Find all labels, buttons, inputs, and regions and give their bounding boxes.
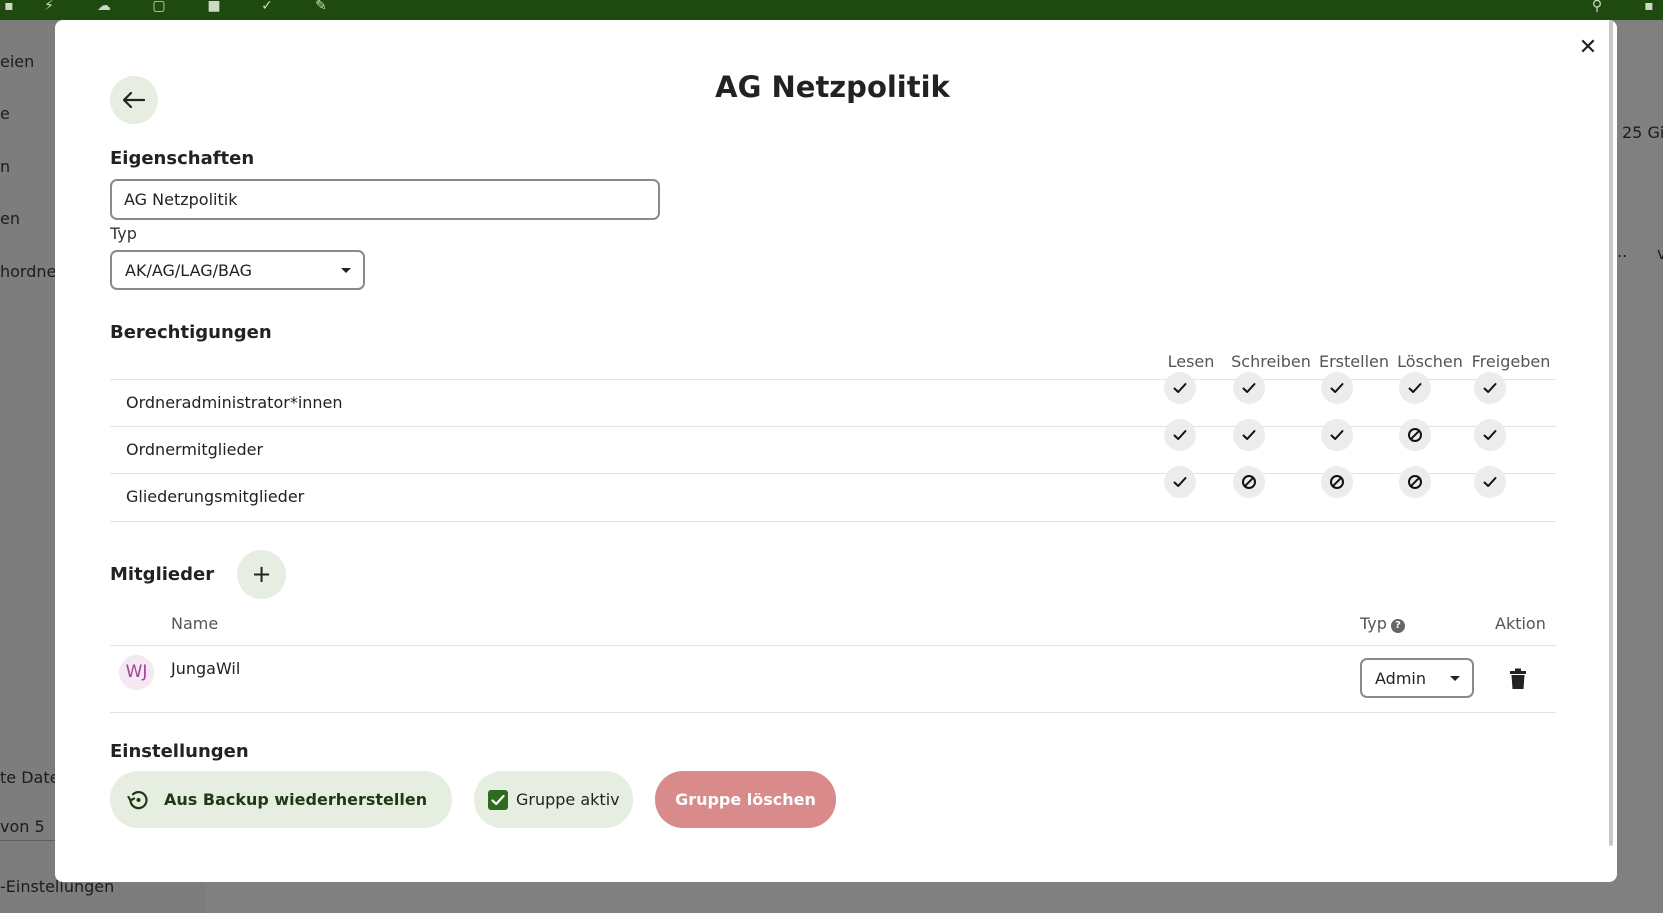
perm-row-label: Gliederungsmitglieder xyxy=(126,487,305,506)
group-dialog xyxy=(55,20,1617,882)
close-icon[interactable]: ✕ xyxy=(1578,37,1598,59)
question-icon[interactable]: ? xyxy=(1390,619,1405,633)
perm-loeschen-denied-icon[interactable] xyxy=(1399,419,1431,451)
group-active-label: Gruppe aktiv xyxy=(516,790,620,809)
square-icon: ▢ xyxy=(152,0,166,14)
restore-backup-label: Aus Backup wiederherstellen xyxy=(164,790,428,809)
perm-freigeben-check-icon[interactable] xyxy=(1474,466,1506,498)
perm-lesen-check-icon[interactable] xyxy=(1164,466,1196,498)
perm-erstellen-denied-icon[interactable] xyxy=(1321,466,1353,498)
add-member-button[interactable]: + xyxy=(237,550,286,599)
group-active-toggle[interactable]: Gruppe aktiv xyxy=(474,771,633,828)
perm-schreiben-denied-icon[interactable] xyxy=(1233,466,1265,498)
col-freigeben: Freigeben xyxy=(1471,352,1551,371)
col-schreiben: Schreiben xyxy=(1231,352,1311,371)
group-name-input[interactable] xyxy=(110,179,660,220)
row-divider xyxy=(110,521,1556,522)
row-divider xyxy=(110,645,1556,646)
settings-heading: Einstellungen xyxy=(110,741,249,762)
member-name: JungaWil xyxy=(171,659,241,678)
col-loeschen: Löschen xyxy=(1397,352,1463,371)
perm-lesen-check-icon[interactable] xyxy=(1164,372,1196,404)
perm-freigeben-check-icon[interactable] xyxy=(1474,419,1506,451)
row-divider xyxy=(110,712,1556,713)
pin-icon: ✓ xyxy=(261,0,273,14)
checkbox-checked-icon[interactable] xyxy=(488,789,508,810)
back-button[interactable] xyxy=(110,76,158,124)
chevron-down-icon xyxy=(1450,676,1460,681)
col-type-label: Typ xyxy=(1360,614,1387,633)
chevron-down-icon xyxy=(341,268,351,273)
menu-icon: ▪ xyxy=(4,0,14,14)
perm-loeschen-denied-icon[interactable] xyxy=(1399,466,1431,498)
properties-heading: Eigenschaften xyxy=(110,148,255,169)
bg-fragment: v xyxy=(1657,244,1663,263)
dialog-scrollbar[interactable] xyxy=(1609,20,1613,846)
perm-loeschen-check-icon[interactable] xyxy=(1399,372,1431,404)
bg-nav-item: te Date xyxy=(0,768,60,787)
col-name: Name xyxy=(171,614,219,633)
bg-nav-item: e xyxy=(0,104,10,123)
avatar: WJ xyxy=(119,655,154,690)
arrow-left-icon xyxy=(123,92,145,108)
perm-row-label: Ordneradministrator*innen xyxy=(126,393,343,412)
restore-icon xyxy=(127,790,148,809)
col-erstellen: Erstellen xyxy=(1318,352,1389,371)
col-action: Aktion xyxy=(1495,614,1546,633)
wrench-icon: ✎ xyxy=(315,0,327,14)
bg-nav-item: en xyxy=(0,209,20,228)
col-lesen: Lesen xyxy=(1167,352,1215,371)
bg-nav-item: eien xyxy=(0,52,35,71)
perm-lesen-check-icon[interactable] xyxy=(1164,419,1196,451)
restore-backup-button[interactable]: Aus Backup wiederherstellen xyxy=(110,771,452,828)
bell-icon: ▪ xyxy=(1644,0,1654,14)
box-icon: ■ xyxy=(207,0,221,14)
bg-nav-item: n xyxy=(0,157,11,176)
member-type-select[interactable]: Admin xyxy=(1360,658,1474,698)
member-type-value: Admin xyxy=(1375,668,1426,688)
bolt-icon: ⚡ xyxy=(44,0,54,14)
col-type: Typ? xyxy=(1360,614,1405,633)
bg-nav-item: hordne xyxy=(0,262,57,281)
perm-row-label: Ordnermitglieder xyxy=(126,440,264,459)
members-heading: Mitglieder xyxy=(110,564,215,585)
perm-schreiben-check-icon[interactable] xyxy=(1233,419,1265,451)
app-topbar: ▪ ⚡ ☁ ▢ ■ ✓ ✎ ⚲ ▪ xyxy=(0,0,1663,20)
search-icon: ⚲ xyxy=(1591,0,1603,14)
dialog-title: AG Netzpolitik xyxy=(715,70,950,104)
group-type-value: AK/AG/LAG/BAG xyxy=(125,260,253,280)
delete-group-button[interactable]: Gruppe löschen xyxy=(655,771,836,828)
type-label: Typ xyxy=(110,224,137,243)
bg-nav-item: von 5 xyxy=(0,817,45,836)
perm-erstellen-check-icon[interactable] xyxy=(1321,372,1353,404)
perm-freigeben-check-icon[interactable] xyxy=(1474,372,1506,404)
bg-fragment: 25 Gi xyxy=(1622,123,1663,142)
perm-schreiben-check-icon[interactable] xyxy=(1233,372,1265,404)
permissions-heading: Berechtigungen xyxy=(110,322,272,343)
group-type-select[interactable]: AK/AG/LAG/BAG xyxy=(110,250,365,290)
perm-erstellen-check-icon[interactable] xyxy=(1321,419,1353,451)
trash-icon[interactable] xyxy=(1508,668,1528,690)
cloud-icon: ☁ xyxy=(97,0,111,14)
